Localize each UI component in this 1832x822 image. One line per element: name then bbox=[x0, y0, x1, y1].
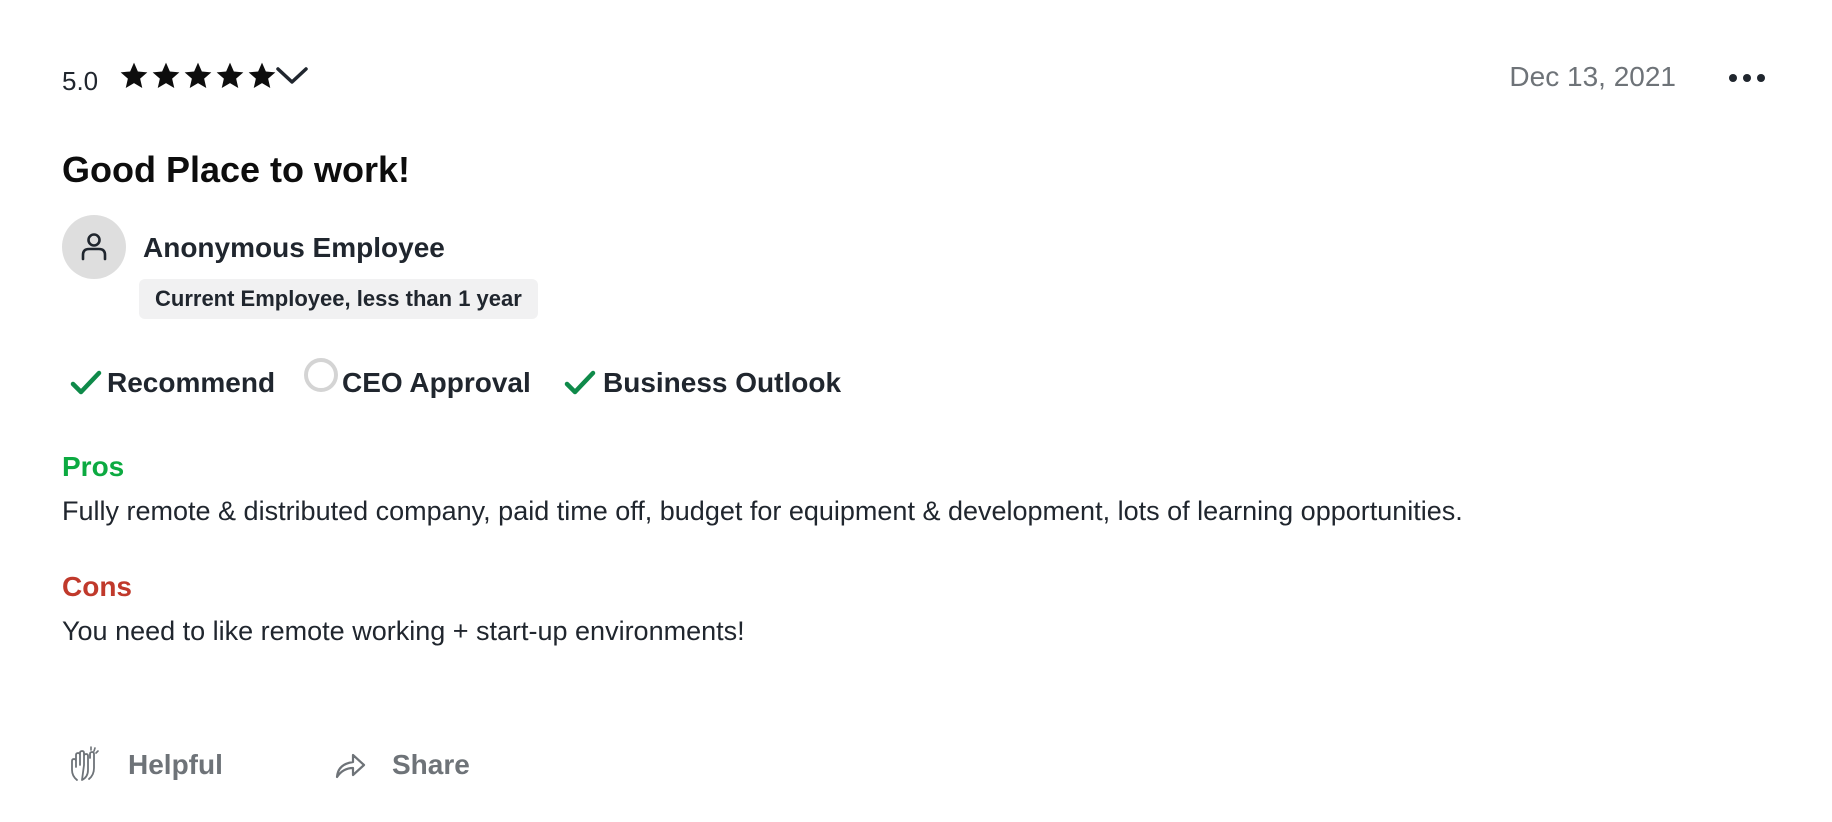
share-button[interactable]: Share bbox=[334, 740, 470, 790]
check-icon bbox=[70, 369, 102, 397]
person-icon bbox=[81, 233, 107, 261]
clap-icon bbox=[68, 746, 102, 784]
review-card: 5.0 Dec 13, 2021 Good Place to work! Ano… bbox=[62, 0, 1782, 822]
more-dots-icon-dot bbox=[1757, 74, 1765, 82]
pros-text: Fully remote & distributed company, paid… bbox=[62, 496, 1463, 526]
sub-rating-label: CEO Approval bbox=[342, 367, 531, 398]
sub-rating-ceo-approval: CEO Approval bbox=[302, 358, 531, 408]
more-dots-icon bbox=[1729, 74, 1737, 82]
sub-rating-label: Business Outlook bbox=[603, 367, 842, 398]
review-header: 5.0 Dec 13, 2021 bbox=[62, 52, 1782, 104]
rating-details-toggle[interactable] bbox=[272, 58, 312, 94]
cons-text: You need to like remote working + start-… bbox=[62, 616, 745, 646]
star-icon bbox=[184, 62, 212, 88]
employee-status-badge: Current Employee, less than 1 year bbox=[139, 279, 538, 319]
sub-rating-business-outlook: Business Outlook bbox=[564, 358, 841, 408]
sub-ratings: Recommend CEO Approval Business Outlook bbox=[62, 358, 1062, 408]
sub-rating-recommend: Recommend bbox=[70, 358, 275, 408]
review-actions: Helpful Share bbox=[62, 740, 662, 790]
more-dots-icon-dot bbox=[1743, 74, 1751, 82]
sub-rating-label: Recommend bbox=[107, 367, 276, 398]
star-icon bbox=[216, 62, 244, 88]
review-title: Good Place to work! bbox=[62, 149, 411, 190]
avatar bbox=[62, 215, 126, 279]
more-options-button[interactable] bbox=[1712, 58, 1782, 98]
star-rating bbox=[118, 56, 278, 96]
review-date: Dec 13, 2021 bbox=[1509, 61, 1676, 92]
helpful-label: Helpful bbox=[128, 749, 223, 780]
pros-label: Pros bbox=[62, 451, 125, 482]
share-label: Share bbox=[392, 749, 470, 780]
star-icon bbox=[120, 62, 148, 88]
star-icon bbox=[152, 62, 180, 88]
circle-outline-icon bbox=[302, 356, 340, 394]
helpful-button[interactable]: Helpful bbox=[68, 740, 223, 790]
overall-rating: 5.0 bbox=[62, 66, 99, 96]
cons-label: Cons bbox=[62, 571, 132, 602]
chevron-down-icon bbox=[276, 67, 308, 84]
share-arrow-icon bbox=[334, 750, 368, 780]
author-name: Anonymous Employee bbox=[143, 232, 445, 263]
check-icon bbox=[564, 369, 596, 397]
